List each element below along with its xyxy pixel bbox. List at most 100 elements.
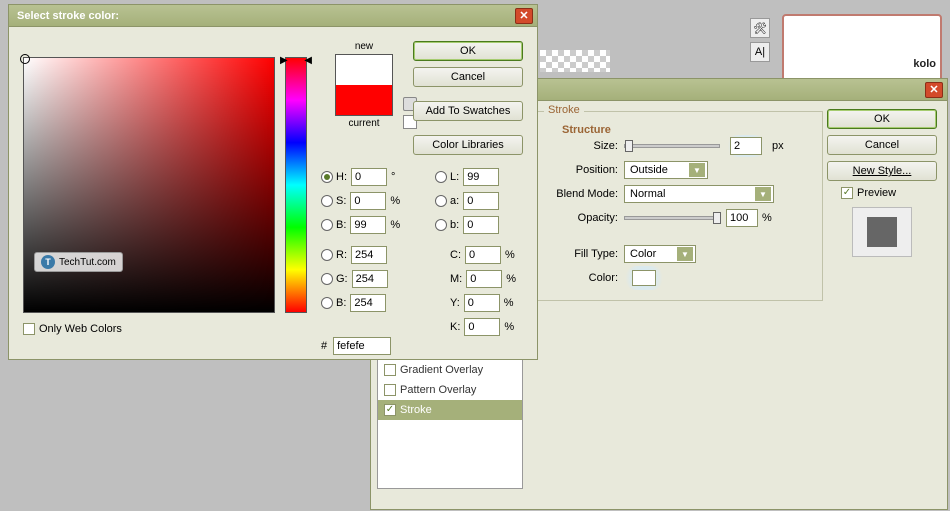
fill-dropdown[interactable]: Color▼ <box>624 245 696 263</box>
preview-checkbox[interactable] <box>841 187 853 199</box>
structure-legend: Structure <box>558 124 828 136</box>
hex-row: # <box>321 337 391 355</box>
stroke-panel: Stroke Structure Size: px Position: Outs… <box>531 107 827 487</box>
cancel-button[interactable]: Cancel <box>827 135 937 155</box>
fill-label: Fill Type: <box>544 248 624 260</box>
tool-icons: 🛠 A| <box>750 18 774 66</box>
position-dropdown[interactable]: Outside ▼ <box>624 161 708 179</box>
opacity-label: Opacity: <box>544 212 624 224</box>
C-input[interactable] <box>465 246 501 264</box>
styles-list: Gradient Overlay Pattern Overlay Stroke <box>377 359 523 489</box>
Y-input[interactable] <box>464 294 500 312</box>
chevron-down-icon: ▼ <box>677 247 693 261</box>
hex-prefix: # <box>321 340 327 352</box>
hue-slider[interactable]: ▶ ◀ <box>285 57 307 313</box>
color-field[interactable]: T TechTut.com <box>23 57 275 313</box>
s-input[interactable] <box>350 192 386 210</box>
list-item-stroke[interactable]: Stroke <box>378 400 522 420</box>
g-radio[interactable] <box>321 273 333 285</box>
preview-swatch <box>852 207 912 257</box>
lb-label: b: <box>450 219 459 231</box>
current-label: current <box>335 118 393 129</box>
h-radio[interactable] <box>321 171 333 183</box>
swatch-box[interactable] <box>335 54 393 116</box>
a-input[interactable] <box>463 192 499 210</box>
canvas-checker <box>540 50 610 72</box>
C-label: C: <box>450 249 461 261</box>
K-label: K: <box>450 321 460 333</box>
blend-value: Normal <box>630 188 665 200</box>
only-web-checkbox[interactable] <box>23 323 35 335</box>
K-input[interactable] <box>464 318 500 336</box>
text-icon[interactable]: A| <box>750 42 770 62</box>
close-icon[interactable]: ✕ <box>925 82 943 98</box>
s-label: S: <box>336 195 346 207</box>
ok-button[interactable]: OK <box>413 41 523 61</box>
blend-dropdown[interactable]: Normal ▼ <box>624 185 774 203</box>
opacity-unit: % <box>762 212 772 224</box>
newstyle-button[interactable]: New Style... <box>827 161 937 181</box>
checkbox[interactable] <box>384 364 396 376</box>
list-label: Stroke <box>400 404 432 416</box>
L-input[interactable] <box>463 168 499 186</box>
b2-label: B: <box>336 297 346 309</box>
Y-label: Y: <box>450 297 460 309</box>
hex-input[interactable] <box>333 337 391 355</box>
s-radio[interactable] <box>321 195 333 207</box>
list-label: Gradient Overlay <box>400 364 483 376</box>
size-unit: px <box>772 140 784 152</box>
position-value: Outside <box>630 164 668 176</box>
preview-label: Preview <box>857 187 896 199</box>
list-item-pattern[interactable]: Pattern Overlay <box>378 380 522 400</box>
color-picker-titlebar[interactable]: Select stroke color: ✕ <box>9 5 537 27</box>
lab-block: L: a: b: C: % M: % Y: % K: % <box>435 165 516 339</box>
add-swatches-button[interactable]: Add To Swatches <box>413 101 523 121</box>
cp-buttons: OK Cancel Add To Swatches Color Librarie… <box>413 41 527 161</box>
a-radio[interactable] <box>435 195 447 207</box>
L-radio[interactable] <box>435 171 447 183</box>
M-label: M: <box>450 273 462 285</box>
M-input[interactable] <box>466 270 502 288</box>
position-label: Position: <box>544 164 624 176</box>
checkbox[interactable] <box>384 404 396 416</box>
only-web-row[interactable]: Only Web Colors <box>23 323 122 335</box>
chevron-down-icon: ▼ <box>689 163 705 177</box>
new-label: new <box>335 41 393 52</box>
chevron-down-icon: ▼ <box>755 187 771 201</box>
wrench-icon[interactable]: 🛠 <box>750 18 770 38</box>
preview-row[interactable]: Preview <box>841 187 937 199</box>
lb-radio[interactable] <box>435 219 447 231</box>
hsb-block: H: ° S: % B: % R: G: B: <box>321 165 400 315</box>
g-label: G: <box>336 273 348 285</box>
cancel-button[interactable]: Cancel <box>413 67 523 87</box>
opacity-input[interactable] <box>726 209 758 227</box>
opacity-slider[interactable] <box>624 216 720 220</box>
size-input[interactable] <box>730 137 762 155</box>
stroke-legend: Stroke <box>544 104 584 116</box>
swatch-area: new current <box>335 41 393 129</box>
size-slider[interactable] <box>624 144 720 148</box>
color-picker-dialog: Select stroke color: ✕ T TechTut.com ▶ ◀… <box>8 4 538 360</box>
b-input[interactable] <box>350 216 386 234</box>
h-label: H: <box>336 171 347 183</box>
r-input[interactable] <box>351 246 387 264</box>
h-input[interactable] <box>351 168 387 186</box>
blend-label: Blend Mode: <box>544 188 624 200</box>
list-item-gradient[interactable]: Gradient Overlay <box>378 360 522 380</box>
b-radio[interactable] <box>321 219 333 231</box>
only-web-label: Only Web Colors <box>39 323 122 335</box>
color-swatch[interactable] <box>632 270 656 286</box>
checkbox[interactable] <box>384 384 396 396</box>
close-icon[interactable]: ✕ <box>515 8 533 24</box>
b2-radio[interactable] <box>321 297 333 309</box>
color-picker-title: Select stroke color: <box>17 10 119 22</box>
ok-button[interactable]: OK <box>827 109 937 129</box>
lb-input[interactable] <box>463 216 499 234</box>
color-libraries-button[interactable]: Color Libraries <box>413 135 523 155</box>
b2-input[interactable] <box>350 294 386 312</box>
a-label: a: <box>450 195 459 207</box>
size-label: Size: <box>544 140 624 152</box>
g-input[interactable] <box>352 270 388 288</box>
ls-buttons: OK Cancel New Style... Preview <box>827 109 937 257</box>
r-radio[interactable] <box>321 249 333 261</box>
